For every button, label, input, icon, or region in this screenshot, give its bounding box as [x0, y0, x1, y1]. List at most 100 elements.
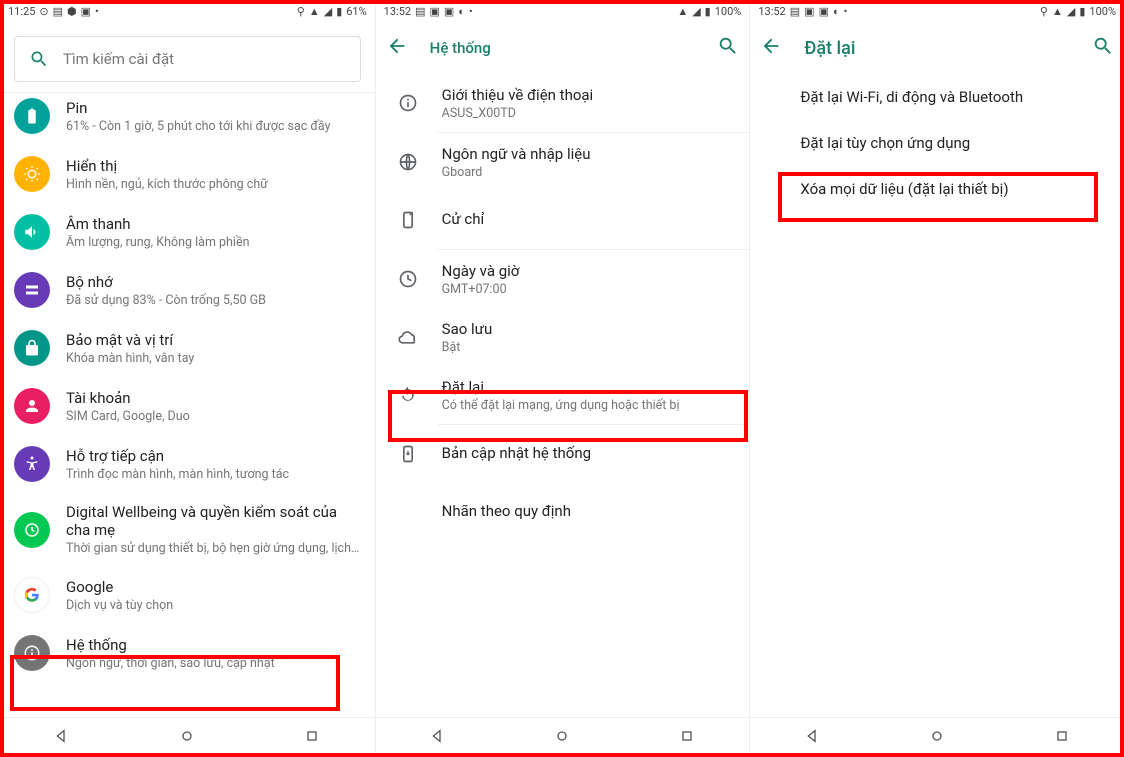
system-item-datetime[interactable]: Ngày và giờ GMT+07:00	[376, 250, 750, 308]
item-title: Digital Wellbeing và quyền kiểm soát của…	[66, 503, 361, 539]
update-icon	[398, 444, 418, 464]
wifi-icon: ▲	[1052, 5, 1063, 18]
system-item-about[interactable]: Giới thiệu về điện thoạiASUS_X00TD	[376, 74, 750, 132]
battery-text: 61%	[346, 5, 366, 18]
item-sub: ASUS_X00TD	[442, 106, 736, 121]
item-title: Pin	[66, 99, 361, 117]
system-item-regulatory[interactable]: Nhãn theo quy định	[376, 483, 750, 541]
gesture-icon	[398, 210, 418, 230]
nav-bar	[750, 717, 1124, 757]
settings-item-display[interactable]: Hiển thịHình nền, ngủ, kích thước phông …	[0, 145, 375, 203]
signal-icon: ◢	[692, 5, 700, 18]
reset-item-network[interactable]: Đặt lại Wi-Fi, di động và Bluetooth	[750, 74, 1124, 120]
item-title: Hỗ trợ tiếp cận	[66, 447, 361, 465]
settings-item-wellbeing[interactable]: Digital Wellbeing và quyền kiểm soát của…	[0, 493, 375, 566]
wifi-icon: ▲	[677, 5, 688, 18]
item-title: Nhãn theo quy định	[442, 502, 736, 520]
item-sub: Có thể đặt lại mạng, ứng dụng hoặc thiết…	[442, 398, 736, 413]
app-bar: Hệ thống	[376, 22, 750, 74]
item-sub: 61% - Còn 1 giờ, 5 phút cho tới khi được…	[66, 119, 361, 134]
item-title: Ngôn ngữ và nhập liệu	[442, 145, 736, 163]
system-item-reset[interactable]: Đặt lạiCó thể đặt lại mạng, ứng dụng hoặ…	[376, 366, 750, 424]
home-button[interactable]	[179, 728, 195, 748]
item-title: Ngày và giờ	[442, 262, 736, 280]
app-icon: ▣	[444, 5, 454, 18]
signal-icon: ◢	[324, 5, 332, 18]
wellbeing-icon	[23, 521, 41, 539]
recent-button[interactable]	[1054, 728, 1070, 748]
item-title: Sao lưu	[442, 320, 736, 338]
search-settings[interactable]: Tìm kiếm cài đặt	[14, 36, 361, 82]
reset-item-factory[interactable]: Xóa mọi dữ liệu (đặt lại thiết bị)	[750, 166, 1124, 212]
nav-bar	[0, 717, 375, 757]
settings-item-pin[interactable]: Pin 61% - Còn 1 giờ, 5 phút cho tới khi đ…	[0, 93, 375, 145]
item-sub: Bật	[442, 340, 736, 355]
back-button[interactable]	[430, 728, 446, 748]
lock-icon	[23, 339, 41, 357]
settings-item-accounts[interactable]: Tài khoản SIM Card, Google, Duo	[0, 377, 375, 435]
item-sub: Âm lượng, rung, Không làm phiền	[66, 235, 361, 250]
search-button[interactable]	[717, 35, 739, 61]
system-item-language[interactable]: Ngôn ngữ và nhập liệu Gboard	[376, 133, 750, 191]
volume-icon	[23, 223, 41, 241]
globe-icon	[398, 152, 418, 172]
shop-icon: ▣	[81, 5, 91, 18]
app-icon: ▣	[819, 5, 829, 18]
settings-item-sound[interactable]: Âm thanh Âm lượng, rung, Không làm phiền	[0, 203, 375, 261]
reset-list: Đặt lại Wi-Fi, di động và Bluetooth Đặt …	[750, 74, 1124, 717]
sms-icon: ▤	[790, 5, 800, 18]
item-title: Tài khoản	[66, 389, 361, 407]
battery-icon: ▮	[1079, 5, 1085, 18]
settings-item-google[interactable]: GoogleDịch vụ và tùy chọn	[0, 566, 375, 624]
home-button[interactable]	[554, 728, 570, 748]
recent-button[interactable]	[679, 728, 695, 748]
settings-item-storage[interactable]: Bộ nhớ Đã sử dụng 83% - Còn trống 5,50 GB	[0, 261, 375, 319]
google-icon	[23, 586, 41, 604]
item-sub: Ngôn ngữ, thời gian, sao lưu, cập nhật	[66, 656, 361, 671]
storage-icon	[23, 281, 41, 299]
more-icon: •	[469, 5, 473, 18]
reset-screen: 13:52 ▤ ▣ ▣ ◐ • ⚲ ▲ ◢ ▮ 100% Đặt lại Đặt…	[749, 0, 1124, 757]
home-button[interactable]	[929, 728, 945, 748]
back-button[interactable]	[760, 35, 782, 61]
item-sub: SIM Card, Google, Duo	[66, 409, 361, 424]
facebook-icon: ⬢	[67, 5, 77, 18]
brightness-icon	[23, 165, 41, 183]
item-sub: Gboard	[442, 165, 736, 180]
item-title: Bộ nhớ	[66, 273, 361, 291]
system-item-update[interactable]: Bản cập nhật hệ thống	[376, 425, 750, 483]
info-icon	[23, 644, 41, 662]
wifi-icon: ▲	[309, 5, 320, 18]
item-title: Cử chỉ	[442, 210, 736, 228]
item-title: Âm thanh	[66, 215, 361, 233]
battery-icon	[23, 107, 41, 125]
item-title: Hiển thị	[66, 157, 361, 175]
sms-icon: ▤	[53, 5, 63, 18]
recent-button[interactable]	[304, 728, 320, 748]
more-icon: •	[95, 5, 99, 18]
item-sub: Trình đọc màn hình, màn hình, tương tác	[66, 467, 361, 482]
settings-item-security[interactable]: Bảo mật và vị tríKhóa màn hình, vân tay	[0, 319, 375, 377]
back-button[interactable]	[54, 728, 70, 748]
more-icon: •	[844, 5, 848, 18]
location-icon: ⚲	[297, 5, 305, 18]
back-button[interactable]	[386, 35, 408, 61]
search-button[interactable]	[1092, 35, 1114, 61]
settings-screen: 11:25 ⊙ ▤ ⬢ ▣ • ⚲ ▲ ◢ ▮ 61% Tìm kiếm cài…	[0, 0, 375, 757]
item-sub: GMT+07:00	[442, 282, 736, 297]
restore-icon	[398, 385, 418, 405]
reset-item-apps[interactable]: Đặt lại tùy chọn ứng dụng	[750, 120, 1124, 166]
circle-icon: ◐	[833, 5, 840, 18]
messenger-icon: ⊙	[39, 5, 48, 18]
system-item-backup[interactable]: Sao lưu Bật	[376, 308, 750, 366]
back-button[interactable]	[805, 728, 821, 748]
appbar-title: Hệ thống	[430, 39, 696, 57]
signal-icon: ◢	[1067, 5, 1075, 18]
shop-icon: ▣	[429, 5, 439, 18]
system-item-gestures[interactable]: Cử chỉ	[376, 191, 750, 249]
info-icon	[398, 93, 418, 113]
settings-item-accessibility[interactable]: Hỗ trợ tiếp cận Trình đọc màn hình, màn h…	[0, 435, 375, 493]
settings-item-system[interactable]: Hệ thốngNgôn ngữ, thời gian, sao lưu, cậ…	[0, 624, 375, 682]
item-sub: Đã sử dụng 83% - Còn trống 5,50 GB	[66, 293, 361, 308]
status-time: 13:52	[758, 5, 785, 18]
